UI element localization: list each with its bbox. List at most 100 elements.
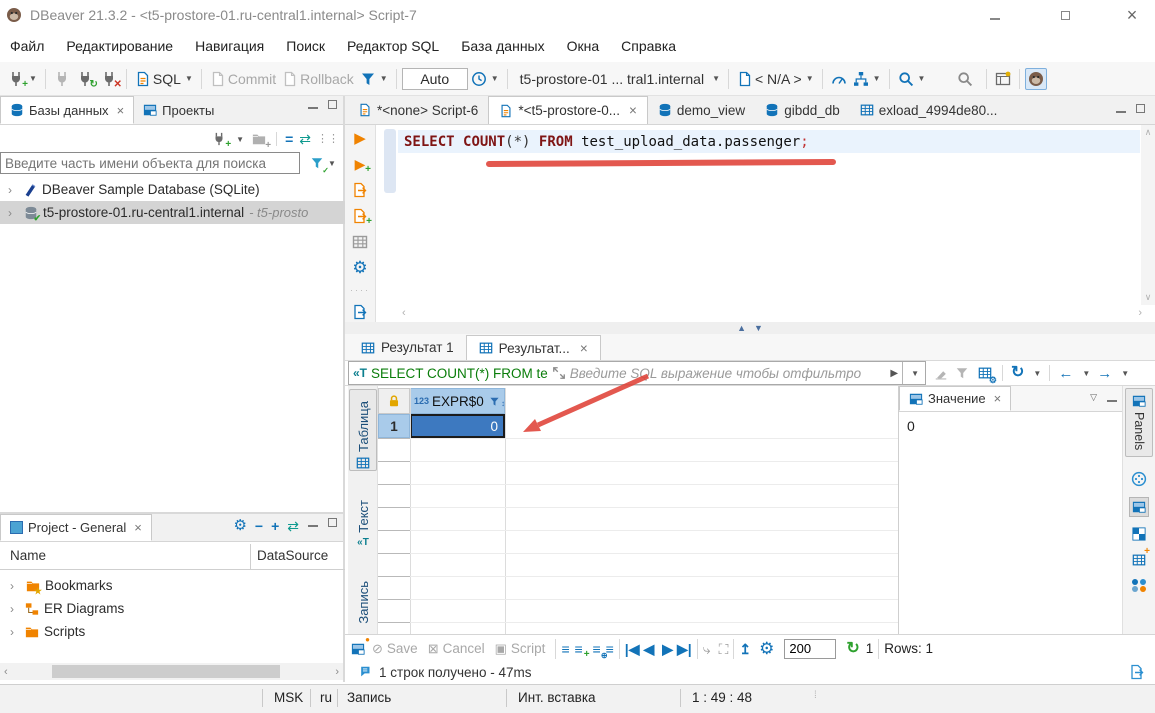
sql-settings-gear-icon[interactable]: ⚙: [352, 259, 367, 276]
save-filter-icon[interactable]: [955, 366, 969, 380]
editor-maximize-button[interactable]: [1136, 104, 1145, 113]
tab-project-close-icon[interactable]: ×: [134, 520, 142, 535]
presentation-tab-grid[interactable]: Таблица: [349, 389, 377, 471]
refresh-results-button[interactable]: ↻: [1011, 365, 1024, 381]
execute-new-tab-button[interactable]: ▶+: [351, 155, 369, 173]
column-filter-sort-icon[interactable]: ↕: [488, 395, 501, 408]
tab-value[interactable]: Значение ×: [899, 386, 1011, 411]
presentation-tab-text[interactable]: Текст «T: [349, 482, 377, 548]
next-row-button[interactable]: ▶: [662, 642, 673, 656]
disconnect-button[interactable]: [51, 69, 73, 89]
cancel-button[interactable]: ⊠Cancel: [423, 641, 490, 657]
connect-button[interactable]: +▼: [4, 68, 40, 90]
editor-horizontal-scrollbar[interactable]: ‹›: [402, 306, 1142, 320]
tab-databases-close-icon[interactable]: ×: [117, 103, 125, 118]
tab-project-general[interactable]: Project - General ×: [0, 514, 152, 541]
grid-mode-icon[interactable]: [1132, 527, 1146, 541]
column-header-expr0[interactable]: 123 EXPR$0 ↕: [410, 388, 505, 414]
splitter-up-icon[interactable]: ▲: [737, 323, 746, 333]
value-panel-toggle[interactable]: [1129, 497, 1149, 517]
nav-back-dropdown[interactable]: ▼: [1082, 369, 1090, 378]
tab-result-1[interactable]: Результат 1: [349, 335, 466, 360]
tab-databases[interactable]: Базы данных ×: [0, 96, 134, 124]
add-row-button[interactable]: ≡+: [570, 640, 588, 658]
tab-gibdd-db[interactable]: gibdd_db: [755, 96, 850, 124]
tab-close-icon[interactable]: ×: [629, 103, 637, 118]
tree-item-sample-database[interactable]: › DBeaver Sample Database (SQLite): [0, 178, 345, 201]
splitter-down-icon[interactable]: ▼: [754, 323, 763, 333]
tab-close-icon[interactable]: ×: [580, 341, 588, 356]
tree-item-bookmarks[interactable]: › ★ Bookmarks: [0, 574, 345, 597]
output-log-icon[interactable]: [1129, 664, 1145, 680]
auto-refresh-button[interactable]: ↻: [846, 641, 859, 657]
project-link-editor-button[interactable]: ⇄: [287, 519, 299, 533]
export-resultset-button[interactable]: [352, 304, 368, 320]
menu-sql-editor[interactable]: Редактор SQL: [347, 38, 439, 54]
window-close-button[interactable]: ×: [1109, 0, 1155, 30]
project-collapse-all-button[interactable]: −: [255, 519, 263, 533]
new-folder-button[interactable]: +: [250, 130, 268, 148]
menu-database[interactable]: База данных: [461, 38, 544, 54]
project-settings-gear-icon[interactable]: ⚙: [233, 518, 246, 533]
new-sql-editor-button[interactable]: SQL▼: [132, 69, 196, 89]
project-maximize-button[interactable]: [328, 518, 337, 527]
schema-selector[interactable]: < N/A >▼: [734, 69, 817, 89]
value-panel-minimize-button[interactable]: [1107, 393, 1117, 402]
value-panel-menu-icon[interactable]: ▽: [1090, 392, 1097, 403]
navigator-minimize-button[interactable]: [308, 100, 318, 109]
column-header-datasource[interactable]: DataSource: [257, 548, 328, 563]
window-maximize-button[interactable]: [1042, 0, 1088, 30]
scroll-right-icon[interactable]: ›: [335, 666, 339, 678]
transaction-log-button[interactable]: ▼: [357, 69, 391, 89]
transaction-history-button[interactable]: ▼: [468, 69, 502, 89]
expand-chevron-icon[interactable]: ›: [8, 206, 18, 220]
filter-apply-icon[interactable]: ▶: [890, 368, 898, 379]
tab-exload[interactable]: exload_4994de80...: [850, 96, 1008, 124]
navigator-new-connection-button[interactable]: +: [210, 130, 228, 148]
dashboard-button[interactable]: [828, 69, 850, 89]
expand-chevron-icon[interactable]: ›: [10, 579, 20, 593]
project-minimize-button[interactable]: [308, 518, 318, 527]
export-data-button[interactable]: ↥: [739, 642, 751, 656]
menu-search[interactable]: Поиск: [286, 38, 325, 54]
commit-button[interactable]: Commit: [207, 69, 279, 89]
navigator-new-connection-dropdown[interactable]: ▼: [236, 135, 244, 144]
menu-navigation[interactable]: Навигация: [195, 38, 264, 54]
results-settings-gear-icon[interactable]: ⚙: [759, 640, 774, 657]
tab-script-6[interactable]: *<none> Script-6: [348, 96, 488, 124]
filter-history-dropdown[interactable]: ▼: [902, 362, 925, 384]
nav-forward-dropdown[interactable]: ▼: [1121, 369, 1129, 378]
rollback-button[interactable]: Rollback: [279, 69, 357, 89]
reconnect-button[interactable]: ↻: [73, 68, 97, 90]
disconnect-all-button[interactable]: ✕: [97, 68, 121, 90]
previous-row-button[interactable]: ◀: [643, 642, 654, 656]
tab-result-2-active[interactable]: Результат...×: [466, 335, 601, 360]
execute-statement-button[interactable]: ▶: [354, 131, 366, 146]
last-row-button[interactable]: ▶|: [677, 642, 692, 656]
filter-input[interactable]: «T SELECT COUNT(*) FROM te Введите SQL в…: [348, 361, 926, 385]
project-expand-all-button[interactable]: +: [271, 519, 279, 533]
tree-item-scripts[interactable]: › Scripts: [0, 620, 345, 643]
menu-edit[interactable]: Редактирование: [66, 38, 173, 54]
edit-cell-button[interactable]: ≡: [561, 642, 569, 656]
commit-mode-selector[interactable]: Auto: [402, 68, 468, 90]
presentation-tab-record[interactable]: Запись: [349, 558, 377, 624]
duplicate-row-button[interactable]: ≡⊕: [588, 640, 606, 658]
navigator-maximize-button[interactable]: [328, 100, 337, 109]
quick-access-search-button[interactable]: [954, 69, 976, 89]
editor-minimize-button[interactable]: [1116, 104, 1126, 113]
search-metadata-button[interactable]: ▼: [895, 69, 929, 89]
fetch-next-page-button[interactable]: ⤷: [703, 642, 711, 656]
tree-item-t5-prostore[interactable]: › ✔ t5-prostore-01.ru-central1.internal …: [0, 201, 345, 224]
first-row-button[interactable]: |◀: [625, 642, 640, 656]
filter-objects-dropdown[interactable]: ▼: [328, 159, 336, 168]
explain-plan-button[interactable]: [352, 234, 368, 250]
tab-script-7-active[interactable]: *<t5-prostore-0...×: [488, 96, 648, 124]
editor-results-splitter[interactable]: ▲ ▼: [345, 322, 1155, 334]
aggregate-panel-icon[interactable]: [1132, 579, 1147, 592]
result-grid[interactable]: 123 EXPR$0 ↕ 1 0: [378, 386, 898, 634]
tab-value-close-icon[interactable]: ×: [994, 391, 1002, 406]
tab-projects[interactable]: Проекты: [134, 96, 223, 124]
scroll-left-icon[interactable]: ‹: [4, 666, 8, 678]
grid-corner-cell[interactable]: [378, 388, 410, 414]
